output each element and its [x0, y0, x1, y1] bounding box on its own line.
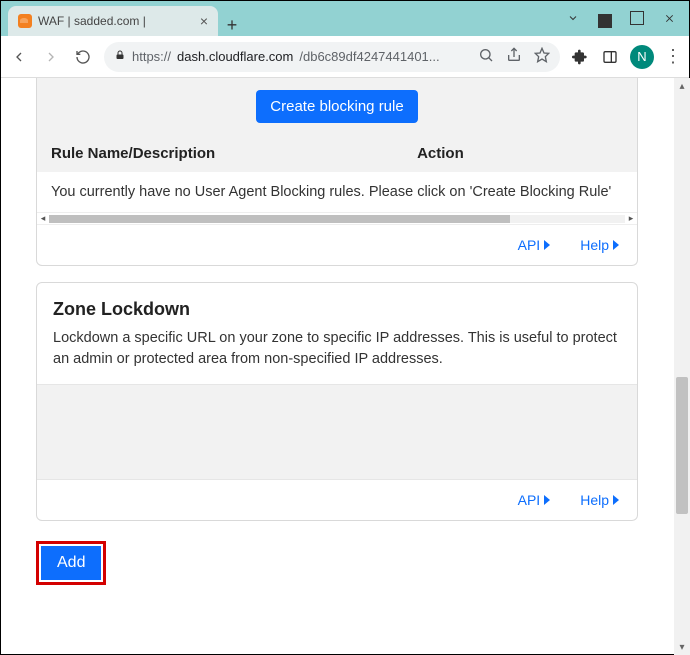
add-button[interactable]: Add	[41, 546, 101, 580]
share-icon[interactable]	[506, 47, 522, 66]
window-controls	[552, 0, 690, 36]
column-rule-name: Rule Name/Description	[51, 145, 417, 162]
create-blocking-rule-button[interactable]: Create blocking rule	[256, 90, 417, 123]
forward-button[interactable]	[40, 46, 62, 68]
page-viewport: Create blocking rule Rule Name/Descripti…	[0, 78, 690, 655]
vscroll-thumb[interactable]	[676, 377, 688, 513]
content-area: Create blocking rule Rule Name/Descripti…	[0, 78, 674, 655]
add-button-highlight: Add	[36, 541, 106, 585]
scroll-right-icon[interactable]: ▸	[625, 213, 637, 224]
zone-lockdown-description: Lockdown a specific URL on your zone to …	[53, 328, 621, 370]
avatar-letter: N	[637, 49, 646, 64]
caret-right-icon	[544, 495, 550, 505]
zone-lockdown-body	[37, 384, 637, 480]
reload-button[interactable]	[72, 46, 94, 68]
new-tab-button[interactable]: +	[218, 15, 246, 36]
browser-tab[interactable]: WAF | sadded.com | ×	[8, 6, 218, 36]
zone-lockdown-title: Zone Lockdown	[53, 299, 621, 320]
caret-right-icon	[544, 240, 550, 250]
help-link[interactable]: Help	[580, 237, 619, 253]
url-host: dash.cloudflare.com	[177, 49, 293, 64]
vertical-scrollbar[interactable]: ▴ ▾	[674, 78, 690, 655]
api-link[interactable]: API	[518, 237, 551, 253]
user-agent-blocking-card: Create blocking rule Rule Name/Descripti…	[36, 78, 638, 266]
address-actions	[478, 47, 550, 66]
side-panel-icon[interactable]	[600, 49, 620, 65]
horizontal-scrollbar[interactable]: ◂ ▸	[37, 212, 637, 224]
address-bar[interactable]: https:// dash.cloudflare.com/db6c89df4247…	[104, 42, 560, 72]
caret-right-icon	[613, 240, 619, 250]
tab-strip: WAF | sadded.com | × +	[0, 0, 552, 36]
url-scheme: https://	[132, 49, 171, 64]
cloudflare-favicon	[18, 14, 32, 28]
tab-title: WAF | sadded.com |	[38, 14, 146, 28]
chevron-down-icon[interactable]	[566, 11, 580, 25]
profile-avatar[interactable]: N	[630, 45, 654, 69]
column-action: Action	[417, 145, 623, 162]
help-link[interactable]: Help	[580, 492, 619, 508]
zone-lockdown-card: Zone Lockdown Lockdown a specific URL on…	[36, 282, 638, 521]
close-tab-icon[interactable]: ×	[200, 13, 208, 29]
back-button[interactable]	[8, 46, 30, 68]
minimize-button[interactable]	[598, 11, 612, 25]
scroll-left-icon[interactable]: ◂	[37, 213, 49, 224]
maximize-button[interactable]	[630, 11, 644, 25]
window-title-bar: WAF | sadded.com | × +	[0, 0, 690, 36]
empty-rules-message: You currently have no User Agent Blockin…	[37, 172, 637, 212]
extensions-icon[interactable]	[570, 49, 590, 65]
browser-toolbar: https:// dash.cloudflare.com/db6c89df4247…	[0, 36, 690, 78]
menu-button[interactable]: ⋮	[664, 46, 682, 67]
close-window-button[interactable]	[662, 11, 676, 25]
bookmark-star-icon[interactable]	[534, 47, 550, 66]
url-path: /db6c89df4247441401...	[299, 49, 439, 64]
search-icon[interactable]	[478, 47, 494, 66]
scroll-up-icon[interactable]: ▴	[674, 78, 690, 94]
api-link[interactable]: API	[518, 492, 551, 508]
hscroll-thumb[interactable]	[49, 215, 510, 223]
lock-icon	[114, 49, 126, 64]
scroll-down-icon[interactable]: ▾	[674, 639, 690, 655]
caret-right-icon	[613, 495, 619, 505]
